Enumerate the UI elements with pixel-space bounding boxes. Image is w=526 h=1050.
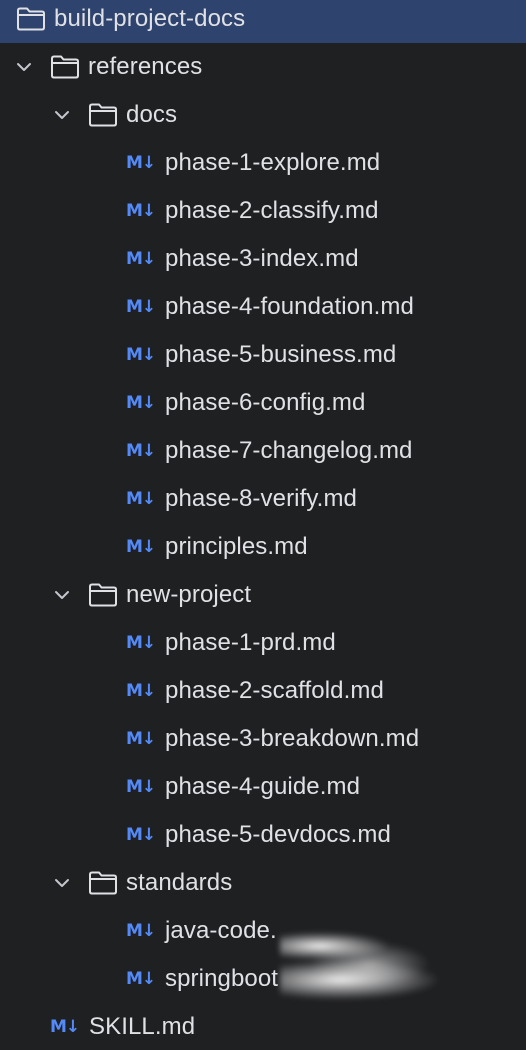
file-label: phase-7-changelog.md xyxy=(165,437,413,464)
file-label: principles.md xyxy=(165,533,308,560)
tree-file-phase-3-breakdown[interactable]: M↓ phase-3-breakdown.md xyxy=(0,715,526,763)
chevron-down-icon[interactable] xyxy=(50,871,74,895)
tree-file-java-code[interactable]: M↓ java-code. xyxy=(0,907,526,955)
tree-file-phase-5-devdocs[interactable]: M↓ phase-5-devdocs.md xyxy=(0,811,526,859)
file-label: java-code. xyxy=(165,917,277,944)
folder-icon xyxy=(50,54,80,80)
tree-file-phase-1-prd[interactable]: M↓ phase-1-prd.md xyxy=(0,619,526,667)
tree-folder-docs[interactable]: docs xyxy=(0,91,526,139)
file-label: phase-2-classify.md xyxy=(165,197,379,224)
file-label: phase-8-verify.md xyxy=(165,485,357,512)
file-label: SKILL.md xyxy=(89,1013,196,1040)
folder-label: new-project xyxy=(126,581,252,608)
tree-root-build-project-docs[interactable]: build-project-docs xyxy=(0,0,526,43)
markdown-file-icon: M↓ xyxy=(126,153,156,173)
tree-file-phase-7-changelog[interactable]: M↓ phase-7-changelog.md xyxy=(0,427,526,475)
tree-file-phase-6-config[interactable]: M↓ phase-6-config.md xyxy=(0,379,526,427)
tree-folder-references[interactable]: references xyxy=(0,43,526,91)
folder-label: build-project-docs xyxy=(54,5,246,32)
folder-icon xyxy=(88,870,118,896)
tree-file-skill[interactable]: M↓ SKILL.md xyxy=(0,1003,526,1050)
markdown-file-icon: M↓ xyxy=(126,729,156,749)
tree-file-principles[interactable]: M↓ principles.md xyxy=(0,523,526,571)
markdown-file-icon: M↓ xyxy=(50,1017,80,1037)
folder-label: docs xyxy=(126,101,178,128)
folder-icon xyxy=(16,6,46,32)
folder-icon xyxy=(88,582,118,608)
tree-file-phase-2-scaffold[interactable]: M↓ phase-2-scaffold.md xyxy=(0,667,526,715)
file-label: phase-5-devdocs.md xyxy=(165,821,391,848)
file-label: phase-3-index.md xyxy=(165,245,359,272)
folder-icon xyxy=(88,102,118,128)
file-label: phase-4-guide.md xyxy=(165,773,361,800)
markdown-file-icon: M↓ xyxy=(126,969,156,989)
file-label: phase-3-breakdown.md xyxy=(165,725,420,752)
tree-file-phase-8-verify[interactable]: M↓ phase-8-verify.md xyxy=(0,475,526,523)
chevron-down-icon[interactable] xyxy=(50,583,74,607)
project-tree: build-project-docs references docs M↓ ph… xyxy=(0,0,526,1050)
folder-label: references xyxy=(88,53,203,80)
markdown-file-icon: M↓ xyxy=(126,345,156,365)
file-label: springboot xyxy=(165,965,279,992)
markdown-file-icon: M↓ xyxy=(126,777,156,797)
chevron-down-icon[interactable] xyxy=(12,55,36,79)
markdown-file-icon: M↓ xyxy=(126,441,156,461)
markdown-file-icon: M↓ xyxy=(126,489,156,509)
file-label: phase-4-foundation.md xyxy=(165,293,414,320)
tree-folder-standards[interactable]: standards xyxy=(0,859,526,907)
markdown-file-icon: M↓ xyxy=(126,393,156,413)
tree-file-phase-1-explore[interactable]: M↓ phase-1-explore.md xyxy=(0,139,526,187)
file-label: phase-5-business.md xyxy=(165,341,397,368)
markdown-file-icon: M↓ xyxy=(126,537,156,557)
file-label: phase-6-config.md xyxy=(165,389,366,416)
folder-label: standards xyxy=(126,869,233,896)
markdown-file-icon: M↓ xyxy=(126,201,156,221)
file-label: phase-2-scaffold.md xyxy=(165,677,384,704)
markdown-file-icon: M↓ xyxy=(126,633,156,653)
tree-file-phase-4-foundation[interactable]: M↓ phase-4-foundation.md xyxy=(0,283,526,331)
markdown-file-icon: M↓ xyxy=(126,825,156,845)
file-label: phase-1-prd.md xyxy=(165,629,336,656)
tree-file-phase-4-guide[interactable]: M↓ phase-4-guide.md xyxy=(0,763,526,811)
tree-file-springboot[interactable]: M↓ springboot xyxy=(0,955,526,1003)
tree-file-phase-3-index[interactable]: M↓ phase-3-index.md xyxy=(0,235,526,283)
markdown-file-icon: M↓ xyxy=(126,249,156,269)
markdown-file-icon: M↓ xyxy=(126,297,156,317)
file-label: phase-1-explore.md xyxy=(165,149,381,176)
tree-file-phase-5-business[interactable]: M↓ phase-5-business.md xyxy=(0,331,526,379)
tree-file-phase-2-classify[interactable]: M↓ phase-2-classify.md xyxy=(0,187,526,235)
chevron-down-icon[interactable] xyxy=(50,103,74,127)
markdown-file-icon: M↓ xyxy=(126,921,156,941)
markdown-file-icon: M↓ xyxy=(126,681,156,701)
tree-folder-new-project[interactable]: new-project xyxy=(0,571,526,619)
